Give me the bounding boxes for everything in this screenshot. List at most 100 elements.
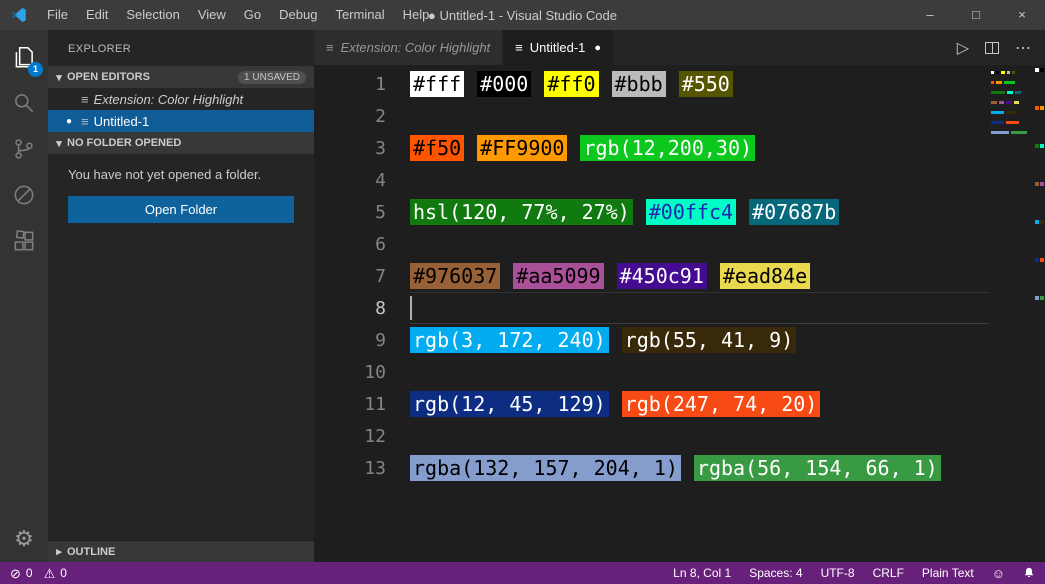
- activity-search[interactable]: [0, 80, 48, 126]
- editor-line[interactable]: 10: [314, 356, 989, 388]
- editor-line[interactable]: 13 rgba(132, 157, 204, 1) rgba(56, 154, 66…: [314, 452, 989, 484]
- file-icon: ≡: [81, 114, 89, 129]
- editor-line[interactable]: 11 rgb(12, 45, 129) rgb(247, 74, 20): [314, 388, 989, 420]
- tab-untitled-1[interactable]: ≡ Untitled-1 ●: [503, 30, 614, 65]
- color-token[interactable]: #07687b: [749, 199, 839, 225]
- open-editor-item-extension[interactable]: ≡ Extension: Color Highlight: [48, 88, 314, 110]
- status-line-col[interactable]: Ln 8, Col 1: [673, 566, 731, 580]
- menu-help[interactable]: Help: [394, 0, 439, 30]
- color-token[interactable]: rgb(12, 45, 129): [410, 391, 609, 417]
- editor-lines[interactable]: 1 #fff #000 #ff0 #bbb #550 2 3 #f50 #FF9900 rgb(12…: [314, 65, 989, 562]
- color-token[interactable]: #00ffc4: [646, 199, 736, 225]
- tab-extension-color-highlight[interactable]: ≡ Extension: Color Highlight: [314, 30, 503, 65]
- color-token[interactable]: rgba(132, 157, 204, 1): [410, 455, 681, 481]
- color-token[interactable]: rgb(55, 41, 9): [622, 327, 797, 353]
- editor-line[interactable]: 9 rgb(3, 172, 240) rgb(55, 41, 9): [314, 324, 989, 356]
- status-indentation[interactable]: Spaces: 4: [749, 566, 802, 580]
- editor-line[interactable]: 1 #fff #000 #ff0 #bbb #550: [314, 68, 989, 100]
- line-number[interactable]: 9: [314, 330, 386, 351]
- color-token[interactable]: #ff0: [544, 71, 598, 97]
- activity-extensions[interactable]: [0, 218, 48, 264]
- menu-go[interactable]: Go: [235, 0, 270, 30]
- minimap-line: [989, 71, 1035, 74]
- error-count[interactable]: 0: [26, 566, 33, 580]
- activity-debug[interactable]: [0, 172, 48, 218]
- color-token[interactable]: #bbb: [612, 71, 666, 97]
- line-number[interactable]: 13: [314, 458, 386, 479]
- color-token[interactable]: #976037: [410, 263, 500, 289]
- warning-icon[interactable]: ⚠: [44, 567, 56, 580]
- error-icon[interactable]: ⊘: [10, 567, 21, 580]
- menu-file[interactable]: File: [38, 0, 77, 30]
- activity-source-control[interactable]: [0, 126, 48, 172]
- bell-icon[interactable]: [1023, 566, 1035, 580]
- line-number[interactable]: 7: [314, 266, 386, 287]
- close-button[interactable]: ×: [999, 0, 1045, 30]
- editor-line[interactable]: 12: [314, 420, 989, 452]
- no-folder-header[interactable]: ▾ NO FOLDER OPENED: [48, 132, 314, 154]
- line-number[interactable]: 8: [314, 298, 386, 319]
- color-token[interactable]: rgba(56, 154, 66, 1): [694, 455, 941, 481]
- line-number[interactable]: 4: [314, 170, 386, 191]
- color-token[interactable]: #fff: [410, 71, 464, 97]
- menu-terminal[interactable]: Terminal: [326, 0, 393, 30]
- status-language[interactable]: Plain Text: [922, 566, 974, 580]
- search-icon: [11, 90, 37, 116]
- split-editor-icon[interactable]: [985, 42, 999, 54]
- settings-gear-icon[interactable]: ⚙: [14, 526, 34, 552]
- color-token[interactable]: hsl(120, 77%, 27%): [410, 199, 633, 225]
- minimap[interactable]: [989, 65, 1035, 562]
- color-token[interactable]: rgb(12,200,30): [580, 135, 755, 161]
- overview-ruler[interactable]: [1035, 65, 1045, 562]
- color-token[interactable]: #FF9900: [477, 135, 567, 161]
- open-editor-item-untitled[interactable]: ● ≡ Untitled-1: [48, 110, 314, 132]
- line-number[interactable]: 12: [314, 426, 386, 447]
- status-eol[interactable]: CRLF: [873, 566, 904, 580]
- file-icon: ≡: [81, 92, 89, 107]
- window-controls: – □ ×: [907, 0, 1045, 30]
- maximize-button[interactable]: □: [953, 0, 999, 30]
- color-token[interactable]: rgb(3, 172, 240): [410, 327, 609, 353]
- text-cursor: [410, 296, 412, 320]
- menu-selection[interactable]: Selection: [117, 0, 188, 30]
- activity-bar: 1: [0, 30, 48, 562]
- line-number[interactable]: 10: [314, 362, 386, 383]
- editor-line[interactable]: 5 hsl(120, 77%, 27%) #00ffc4 #07687b: [314, 196, 989, 228]
- color-token[interactable]: #000: [477, 71, 531, 97]
- overview-mark: [1035, 106, 1039, 110]
- explorer-sidebar: EXPLORER ▾ OPEN EDITORS 1 UNSAVED ≡ Exte…: [48, 30, 314, 562]
- line-number[interactable]: 5: [314, 202, 386, 223]
- editor-line[interactable]: 7 #976037 #aa5099 #450c91 #ead84e: [314, 260, 989, 292]
- color-token[interactable]: #550: [679, 71, 733, 97]
- color-token[interactable]: #450c91: [617, 263, 707, 289]
- status-encoding[interactable]: UTF-8: [821, 566, 855, 580]
- color-token[interactable]: rgb(247, 74, 20): [622, 391, 821, 417]
- line-number[interactable]: 2: [314, 106, 386, 127]
- warning-count[interactable]: 0: [60, 566, 67, 580]
- color-token[interactable]: #ead84e: [720, 263, 810, 289]
- open-folder-button[interactable]: Open Folder: [68, 196, 294, 223]
- line-number[interactable]: 1: [314, 74, 386, 95]
- run-icon[interactable]: ▷: [957, 38, 969, 58]
- editor-line[interactable]: 8: [314, 292, 989, 324]
- color-token[interactable]: #f50: [410, 135, 464, 161]
- editor-line[interactable]: 4: [314, 164, 989, 196]
- outline-header[interactable]: ▸ OUTLINE: [48, 540, 314, 562]
- menu-edit[interactable]: Edit: [77, 0, 117, 30]
- line-number[interactable]: 6: [314, 234, 386, 255]
- menu-debug[interactable]: Debug: [270, 0, 326, 30]
- more-actions-icon[interactable]: ⋯: [1015, 38, 1031, 58]
- minimize-button[interactable]: –: [907, 0, 953, 30]
- editor-line[interactable]: 3 #f50 #FF9900 rgb(12,200,30): [314, 132, 989, 164]
- line-number[interactable]: 3: [314, 138, 386, 159]
- editor-line[interactable]: 6: [314, 228, 989, 260]
- menu-view[interactable]: View: [189, 0, 235, 30]
- line-number[interactable]: 11: [314, 394, 386, 415]
- activity-explorer[interactable]: 1: [0, 34, 48, 80]
- dirty-indicator-icon[interactable]: ●: [594, 42, 601, 54]
- feedback-smiley-icon[interactable]: ☺: [992, 567, 1005, 580]
- editor-line[interactable]: 2: [314, 100, 989, 132]
- open-editors-header[interactable]: ▾ OPEN EDITORS 1 UNSAVED: [48, 66, 314, 88]
- minimap-line: [989, 131, 1035, 134]
- color-token[interactable]: #aa5099: [513, 263, 603, 289]
